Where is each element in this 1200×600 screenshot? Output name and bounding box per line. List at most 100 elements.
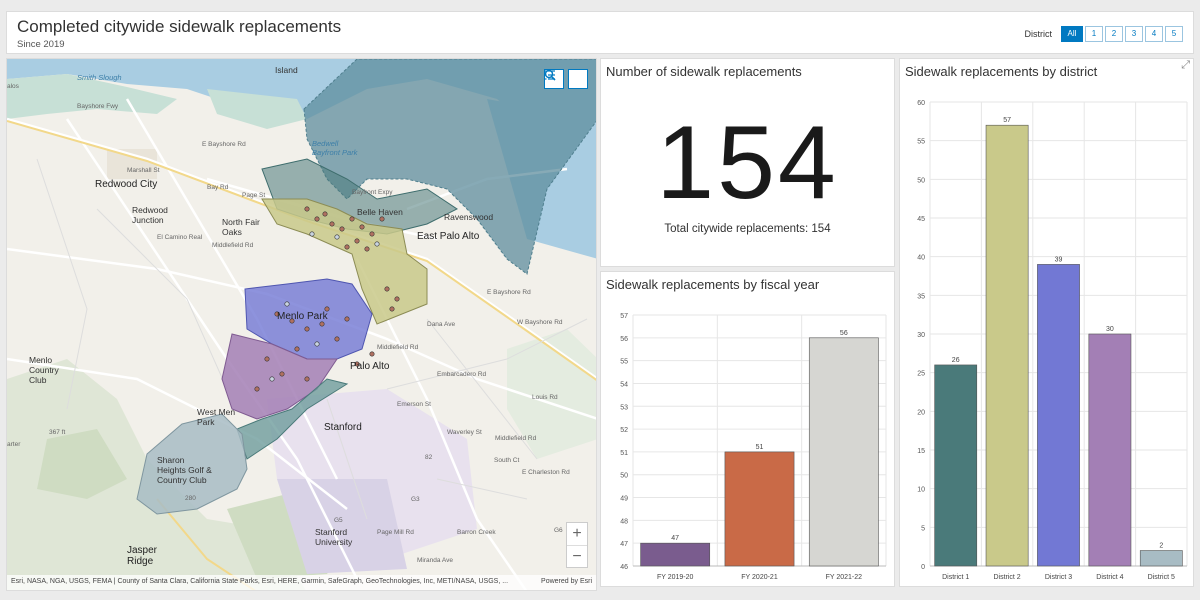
map-label-south-ct: South Ct <box>494 457 520 464</box>
dashboard-header: Completed citywide sidewalk replacements… <box>6 11 1194 54</box>
district-data-label: 39 <box>1055 256 1063 263</box>
district-ytick-label: 20 <box>917 409 925 416</box>
district-bar-1[interactable] <box>934 364 978 567</box>
map-label-arter: arter <box>7 441 21 448</box>
district-filter-2[interactable]: 2 <box>1105 25 1123 42</box>
district-bar-4[interactable] <box>1088 333 1132 567</box>
district-chart-card: Sidewalk replacements by district ⤢ 0 5 10… <box>899 58 1194 587</box>
fy-ytick-label: 54 <box>620 381 628 388</box>
map-label-bay-rd: Bay Rd <box>207 184 229 191</box>
district-ytick-label: 15 <box>917 448 925 455</box>
kpi-card: Number of sidewalk replacements 154 Tota… <box>600 58 895 267</box>
map-label-marshall-st: Marshall St <box>127 167 160 174</box>
map-label-bayfront-expy: Bayfront Expy <box>352 189 393 196</box>
fy-bar-3[interactable] <box>808 337 879 567</box>
map-label-g5: G5 <box>334 517 343 524</box>
fy-category-label: FY 2021-22 <box>826 574 863 581</box>
map-label-ravenswood: Ravenswood <box>444 212 494 222</box>
map-label-e-charleston: E Charleston Rd <box>522 469 570 476</box>
district-ytick-label: 60 <box>917 100 925 107</box>
map-label-miranda: Miranda Ave <box>417 557 454 564</box>
district-ytick-label: 25 <box>917 371 925 378</box>
legend-list-icon[interactable] <box>545 69 588 89</box>
fy-bar-2[interactable] <box>724 451 795 567</box>
district-filter-all[interactable]: All <box>1061 25 1083 42</box>
district-ytick-label: 50 <box>917 177 925 184</box>
map-canvas[interactable] <box>7 59 597 591</box>
district-filter-label: District <box>1024 28 1053 39</box>
district-ytick-label: 40 <box>917 255 925 262</box>
map-label-menlo-park: Menlo Park <box>277 311 328 322</box>
map-label-embarcadero: Embarcadero Rd <box>437 371 487 378</box>
map-label-bedwell: Bedwell Bayfront Park <box>312 139 358 157</box>
fy-category-label: FY 2019-20 <box>657 574 694 581</box>
district-bar-5[interactable] <box>1139 550 1183 567</box>
map-panel[interactable]: Redwood City Redwood Junction North Fair O… <box>6 58 597 591</box>
map-label-emerson: Emerson St <box>397 401 431 408</box>
fy-data-label: 47 <box>671 535 679 542</box>
map-label-menlo-country-club: Menlo Country Club <box>29 355 59 385</box>
fy-ytick-label: 52 <box>620 427 628 434</box>
district-chart: 0 5 10 15 20 25 30 35 40 45 50 55 60 26 District 1 57 Di… <box>917 100 1188 581</box>
district-ytick-label: 45 <box>917 216 925 223</box>
map-label-page-st: Page St <box>242 192 266 199</box>
attribution-text[interactable]: Esri, NASA, NGA, USGS, FEMA | County of … <box>11 578 508 587</box>
fy-bar-1[interactable] <box>640 542 711 567</box>
district-bar-2[interactable] <box>985 124 1029 567</box>
kpi-title: Number of sidewalk replacements <box>606 64 802 79</box>
district-filter-5[interactable]: 5 <box>1165 25 1183 42</box>
map-label-belle-haven: Belle Haven <box>357 207 403 217</box>
map-label-middlefield: Middlefield Rd <box>212 242 254 249</box>
map-label-jasper-ridge: Jasper Ridge <box>127 545 158 567</box>
fiscal-year-chart-card: Sidewalk replacements by fiscal year 46 4… <box>600 271 895 587</box>
map-label-west-menlo-park: West Men Park <box>197 407 236 427</box>
fy-category-label: FY 2020-21 <box>741 574 778 581</box>
map-label-redwood-junction: Redwood Junction <box>132 205 168 225</box>
map-label-w-bayshore: W Bayshore Rd <box>517 319 563 326</box>
district-filter: District All 1 2 3 4 5 <box>1024 25 1183 42</box>
powered-by-esri[interactable]: Powered by Esri <box>541 578 592 587</box>
district-data-label: 2 <box>1159 543 1163 550</box>
map-toolbar <box>544 69 588 89</box>
fy-ytick-label: 49 <box>620 496 628 503</box>
district-filter-1[interactable]: 1 <box>1085 25 1103 42</box>
district-bar-3[interactable] <box>1037 264 1080 567</box>
fy-data-label: 56 <box>840 330 848 337</box>
fy-ytick-label: 55 <box>620 359 628 366</box>
fy-data-label: 51 <box>756 444 764 451</box>
map-label-hwy-280: 280 <box>185 495 196 502</box>
district-filter-3[interactable]: 3 <box>1125 25 1143 42</box>
map-label-bayshore-fwy: Bayshore Fwy <box>77 103 119 110</box>
dashboard-subtitle: Since 2019 <box>17 39 65 50</box>
map-label-el-camino: El Camino Real <box>157 234 203 241</box>
district-data-label: 30 <box>1106 326 1114 333</box>
zoom-in-button[interactable]: + <box>567 523 587 545</box>
map-label-barron-creek: Barron Creek <box>457 529 496 536</box>
district-data-label: 57 <box>1003 117 1011 124</box>
district-category-label: District 3 <box>1045 574 1072 581</box>
district-ytick-label: 55 <box>917 139 925 146</box>
fy-ytick-label: 46 <box>620 564 628 571</box>
district-ytick-label: 0 <box>921 564 925 571</box>
kpi-footer: Total citywide replacements: 154 <box>664 223 831 235</box>
fy-ytick-label: 53 <box>620 404 628 411</box>
zoom-out-button[interactable]: − <box>567 545 587 567</box>
fiscal-year-chart: 46 47 48 49 50 51 52 53 54 55 56 57 47 FY 2019-20 51 FY… <box>620 313 887 581</box>
district-category-label: District 1 <box>942 574 969 581</box>
fy-ytick-label: 51 <box>620 450 628 457</box>
map-label-waverley: Waverley St <box>447 429 482 436</box>
district-filter-4[interactable]: 4 <box>1145 25 1163 42</box>
map-label-bair-island: Island <box>275 65 298 75</box>
kpi-value: 154 <box>656 105 839 221</box>
map-label-stanford: Stanford <box>324 422 362 433</box>
map-label-stanford-university: Stanford University <box>315 527 353 547</box>
fy-ytick-label: 47 <box>620 541 628 548</box>
map-label-dana-ave: Dana Ave <box>427 321 456 328</box>
map-label-367-ft: 367 ft <box>49 429 66 436</box>
dashboard-title: Completed citywide sidewalk replacements <box>17 17 342 36</box>
district-category-label: District 4 <box>1096 574 1123 581</box>
map-attribution: Esri, NASA, NGA, USGS, FEMA | County of … <box>7 575 596 590</box>
zoom-control: + − <box>566 522 588 568</box>
map-label-redwood-city: Redwood City <box>95 179 158 190</box>
fy-ytick-label: 57 <box>620 313 628 320</box>
